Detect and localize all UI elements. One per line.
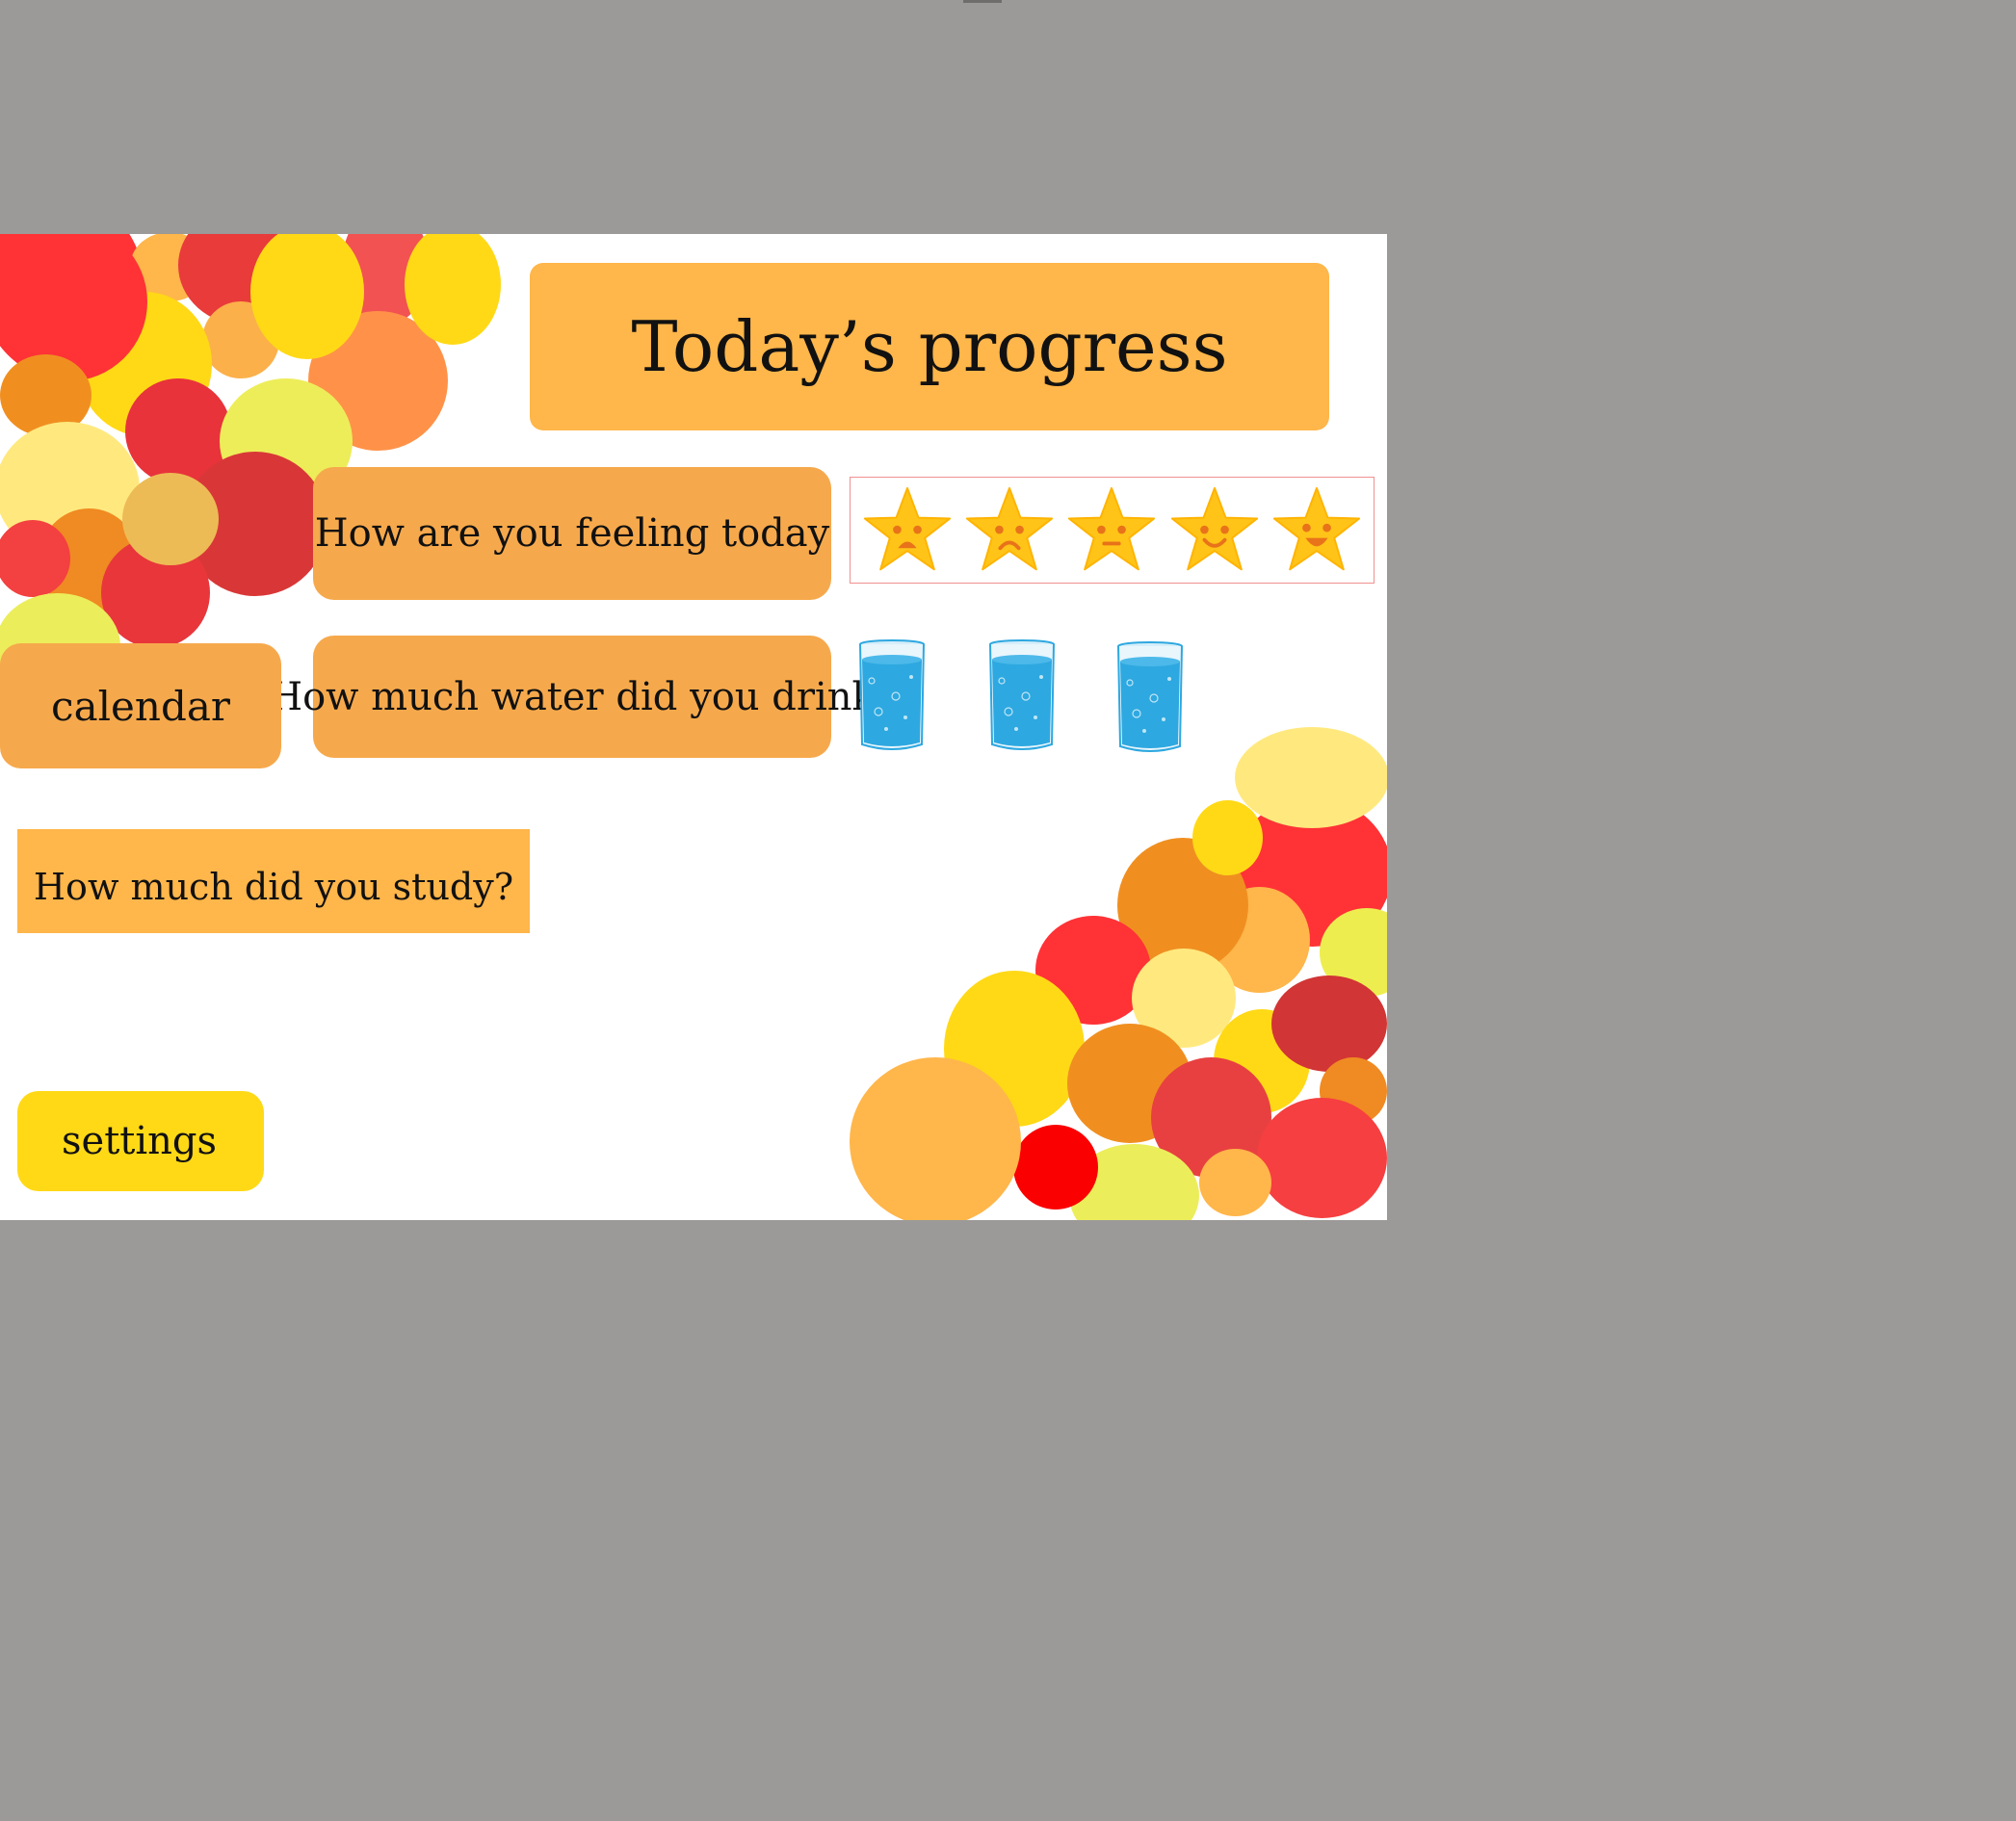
mood-rating <box>850 477 1375 584</box>
water-glass-icon[interactable] <box>987 638 1057 754</box>
calendar-button[interactable]: calendar <box>0 643 281 768</box>
page-title: Today’s progress <box>530 263 1329 430</box>
bubble <box>405 234 501 345</box>
very-sad-star-icon[interactable] <box>861 484 954 577</box>
bubble <box>1013 1125 1098 1210</box>
top-edge-mark <box>963 0 1002 3</box>
progress-slide: Today’s progress How are you feeling tod… <box>0 234 1387 1220</box>
feeling-question: How are you feeling today <box>313 467 831 600</box>
sad-star-icon[interactable] <box>963 484 1056 577</box>
water-glass-icon[interactable] <box>857 638 927 754</box>
bubble <box>1199 1149 1271 1216</box>
bubble <box>122 473 219 565</box>
bubble <box>850 1057 1021 1220</box>
water-question: How much water did you drink <box>269 636 876 758</box>
neutral-star-icon[interactable] <box>1065 484 1158 577</box>
bubble <box>1235 727 1387 828</box>
settings-button[interactable]: settings <box>17 1091 264 1191</box>
study-question: How much did you study? <box>17 829 530 933</box>
bubble <box>1192 800 1263 875</box>
happy-star-icon[interactable] <box>1270 484 1363 577</box>
bubble <box>1257 1098 1387 1218</box>
water-glass-icon[interactable] <box>1115 640 1185 756</box>
smile-star-icon[interactable] <box>1168 484 1261 577</box>
bubble <box>1271 976 1387 1072</box>
